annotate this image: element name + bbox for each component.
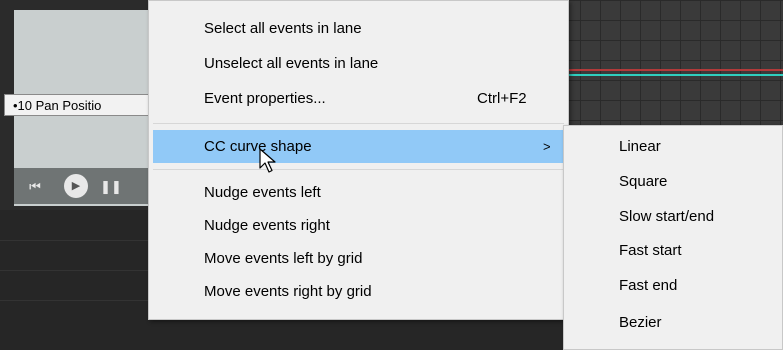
menu-item-select-all[interactable]: Select all events in lane [153,14,564,44]
submenu-item-label: Square [619,173,668,190]
skip-to-start-icon[interactable]: ⏮ [24,176,46,198]
submenu-item-square[interactable]: Square [568,165,780,199]
menu-item-move-right-grid[interactable]: Move events right by grid [153,277,564,307]
submenu-item-fast-start[interactable]: Fast start [568,234,780,268]
track-row [0,270,150,295]
menu-item-unselect-all[interactable]: Unselect all events in lane [153,49,564,79]
menu-item-cc-curve-shape[interactable]: CC curve shape > [153,130,564,163]
menu-item-nudge-left[interactable]: Nudge events left [153,178,564,208]
context-menu: Select all events in lane Unselect all e… [148,0,569,320]
track-row [0,300,150,325]
submenu-item-linear[interactable]: Linear [568,130,780,164]
cc-lane-selector[interactable]: •10 Pan Positio [4,94,154,116]
menu-item-nudge-right[interactable]: Nudge events right [153,211,564,241]
submenu-item-slow-start-end[interactable]: Slow start/end [568,200,780,234]
menu-separator [153,169,564,170]
lane-transport-bar: ⏮ ▶ ❚❚ [14,168,154,204]
pause-icon[interactable]: ❚❚ [100,176,122,198]
cc-curve-shape-submenu: Linear Square Slow start/end Fast start … [563,125,783,350]
menu-item-label: Move events left by grid [204,250,363,267]
menu-item-label: Unselect all events in lane [204,55,379,72]
menu-separator [153,123,564,124]
mouse-pointer-icon [259,148,276,173]
menu-item-label: Nudge events right [204,217,330,234]
editor-grid[interactable] [560,0,783,130]
envelope-line-red [560,69,783,71]
submenu-item-fast-end[interactable]: Fast end [568,269,780,303]
menu-item-label: Nudge events left [204,184,321,201]
menu-item-shortcut: Ctrl+F2 [477,90,527,107]
menu-item-label: Move events right by grid [204,283,372,300]
play-icon[interactable]: ▶ [64,174,88,198]
track-row [0,240,150,265]
submenu-item-label: Fast end [619,277,678,294]
submenu-item-label: Fast start [619,242,682,259]
submenu-item-label: Linear [619,138,661,155]
envelope-line-teal [560,74,783,76]
submenu-item-bezier[interactable]: Bezier [568,306,780,340]
menu-item-label: Select all events in lane [204,20,362,37]
menu-item-move-left-grid[interactable]: Move events left by grid [153,244,564,274]
menu-item-event-properties[interactable]: Event properties... Ctrl+F2 [153,84,564,114]
submenu-item-label: Slow start/end [619,208,715,225]
chevron-right-icon: > [543,139,551,154]
submenu-item-label: Bezier [619,314,662,331]
menu-item-label: Event properties... [204,90,326,107]
